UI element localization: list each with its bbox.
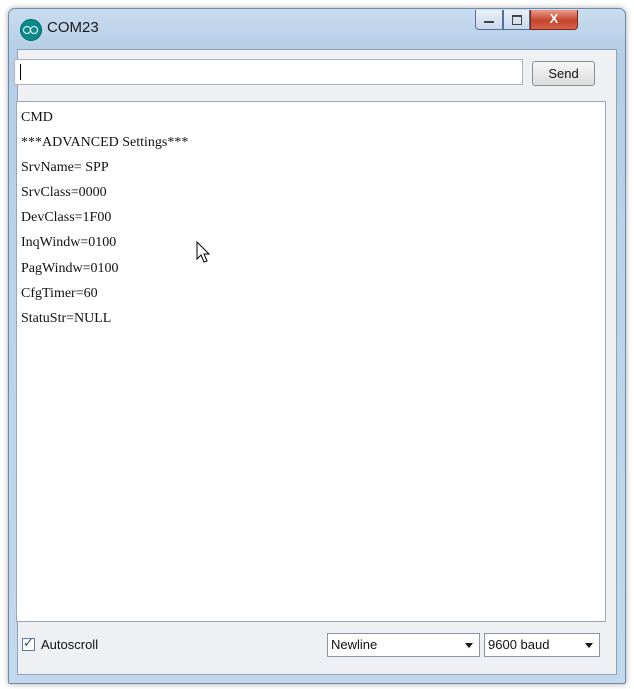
autoscroll-checkbox[interactable]	[22, 636, 35, 651]
output-line: InqWindw=0100	[21, 235, 117, 251]
maximize-button[interactable]	[503, 10, 530, 30]
serial-output-area[interactable]: CMD ***ADVANCED Settings*** SrvName= SPP Sr…	[16, 101, 606, 622]
close-button[interactable]: X	[530, 10, 578, 30]
output-line: ***ADVANCED Settings***	[21, 135, 189, 151]
window-title: COM23	[47, 19, 99, 36]
text-caret	[20, 64, 21, 80]
output-line: SrvClass=0000	[21, 185, 107, 201]
chevron-down-icon	[585, 643, 593, 648]
autoscroll-label[interactable]: Autoscroll	[41, 637, 98, 652]
close-icon: X	[549, 11, 559, 26]
line-ending-value: Newline	[331, 637, 378, 652]
output-line: PagWindw=0100	[21, 260, 119, 276]
output-line: SrvName= SPP	[21, 160, 109, 176]
arduino-logo-icon	[20, 19, 42, 41]
output-line: CfgTimer=60	[21, 285, 98, 301]
minimize-button[interactable]	[475, 10, 503, 30]
output-line: StatuStr=NULL	[21, 310, 112, 326]
baud-rate-dropdown[interactable]: 9600 baud	[484, 633, 600, 657]
title-bar[interactable]: COM23 X	[9, 9, 625, 49]
output-line: DevClass=1F00	[21, 210, 112, 226]
chevron-down-icon	[465, 643, 473, 648]
baud-rate-value: 9600 baud	[488, 637, 550, 652]
output-line: CMD	[21, 110, 53, 125]
serial-input-field[interactable]	[14, 59, 523, 85]
send-button[interactable]: Send	[532, 61, 595, 86]
mouse-pointer-icon	[196, 241, 211, 263]
line-ending-dropdown[interactable]: Newline	[327, 633, 480, 657]
